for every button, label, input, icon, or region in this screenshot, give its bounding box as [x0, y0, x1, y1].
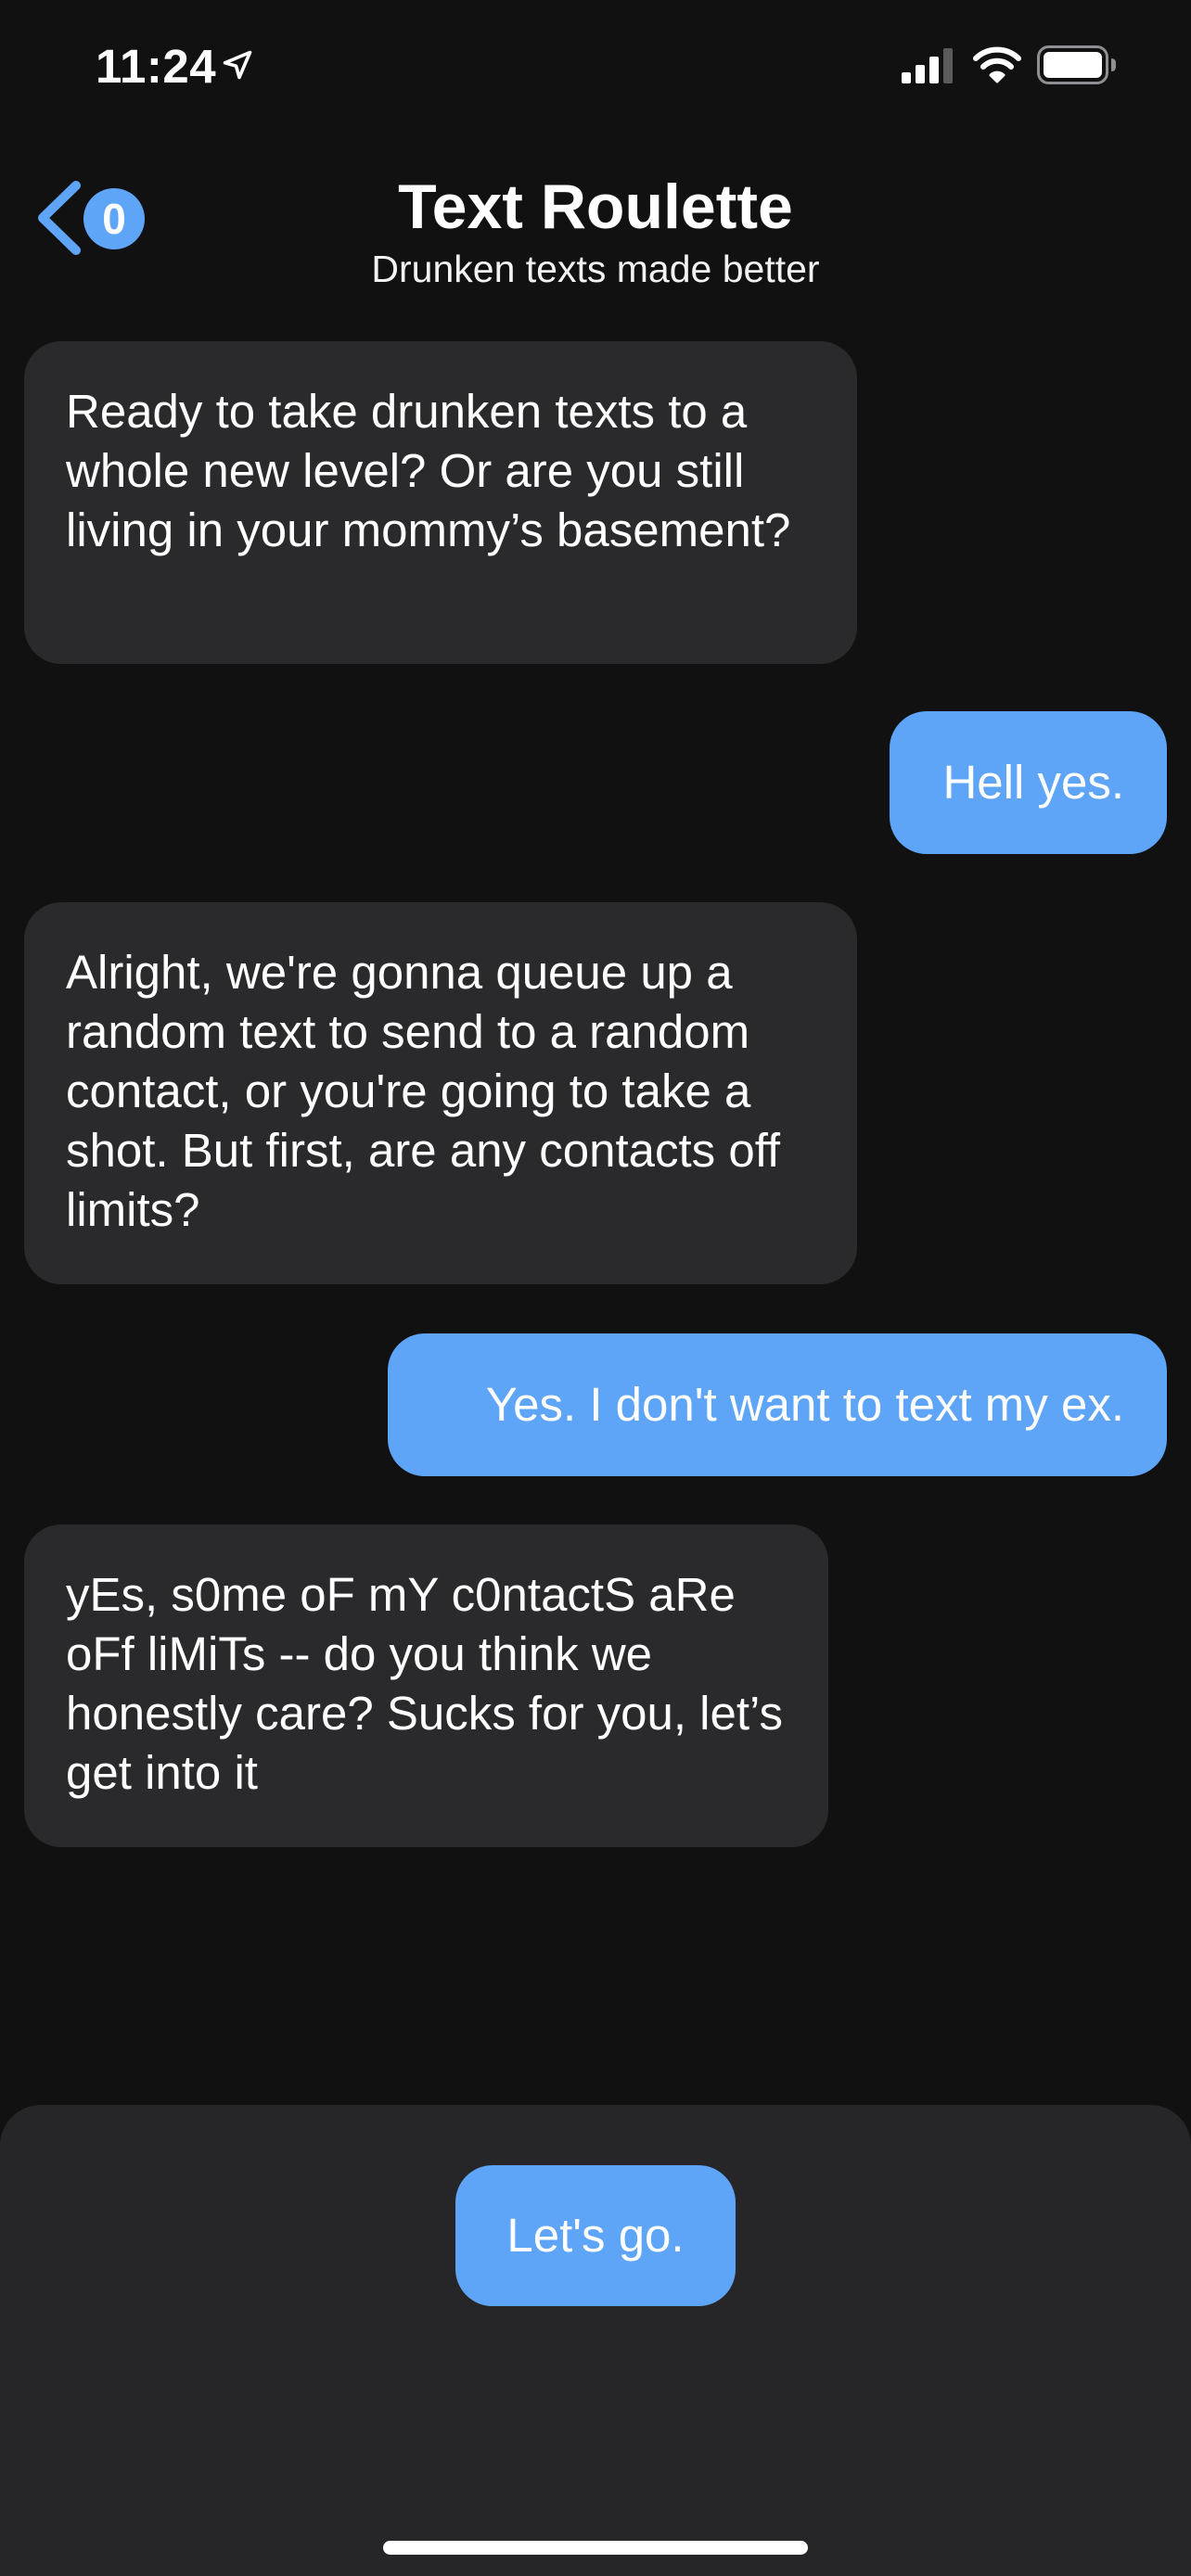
home-indicator[interactable]: [383, 2541, 808, 2555]
bot-message-bubble: Ready to take drunken texts to a whole n…: [24, 341, 857, 664]
location-arrow-icon: [223, 50, 252, 80]
status-bar: 11:24: [0, 0, 1191, 134]
cellular-signal-icon: [902, 48, 953, 83]
user-message-bubble: Yes. I don't want to text my ex.: [388, 1333, 1167, 1476]
status-time: 11:24: [96, 40, 217, 93]
page-subtitle: Drunken texts made better: [371, 248, 820, 290]
user-message-bubble: Hell yes.: [890, 711, 1167, 854]
battery-icon: [1037, 45, 1116, 84]
lets-go-button[interactable]: Let's go.: [455, 2165, 736, 2306]
bot-message-bubble: yEs, s0me oF mY c0ntactS aRe oFf liMiTs …: [24, 1524, 828, 1847]
page-title: Text Roulette: [398, 172, 793, 242]
bot-message-bubble: Alright, we're gonna queue up a random t…: [24, 902, 857, 1284]
wifi-icon: [973, 46, 1021, 83]
